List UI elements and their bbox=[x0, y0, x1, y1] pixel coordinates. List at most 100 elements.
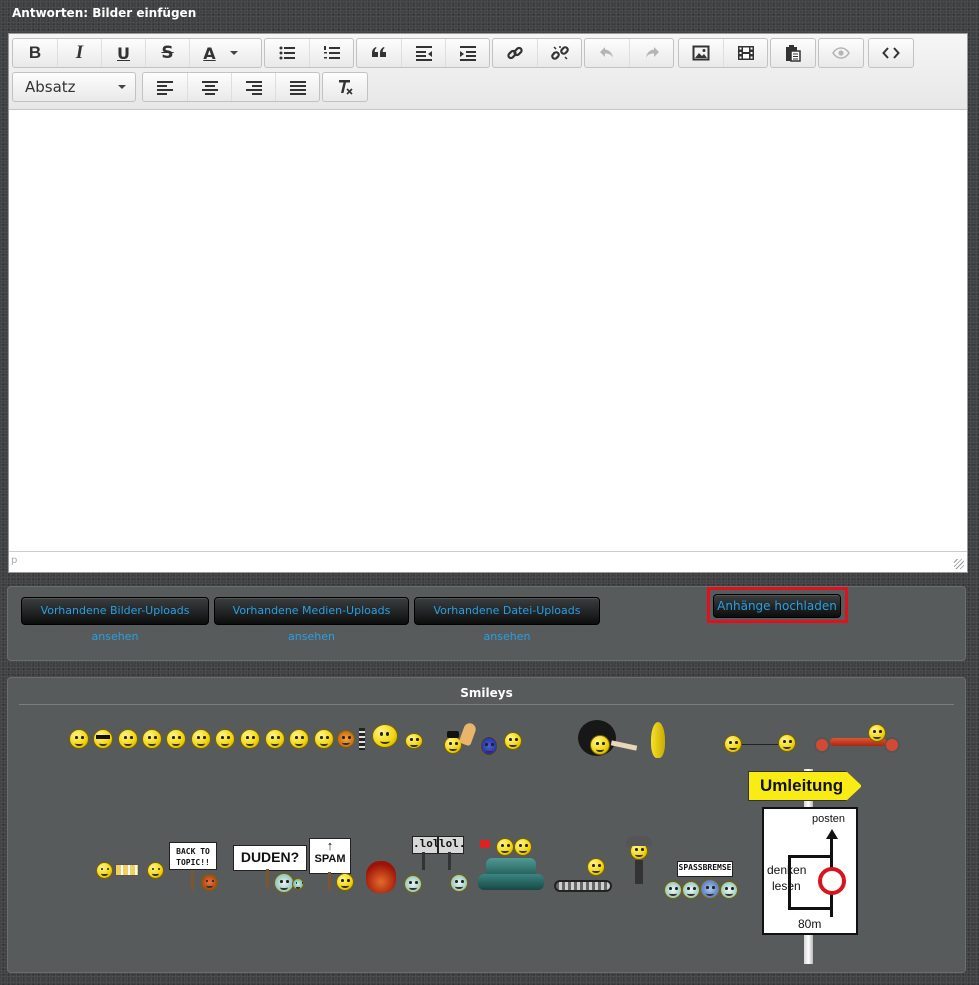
smiley-tread[interactable] bbox=[554, 858, 614, 896]
smiley-shooter[interactable] bbox=[724, 735, 742, 753]
editor-content-area[interactable] bbox=[9, 110, 967, 552]
view-file-uploads-button[interactable]: Vorhandene Datei-Uploads ansehen bbox=[414, 597, 600, 643]
view-image-uploads-button[interactable]: Vorhandene Bilder-Uploads ansehen bbox=[21, 597, 209, 643]
smiley-devil[interactable] bbox=[372, 724, 398, 748]
smiley-drunk[interactable] bbox=[405, 733, 423, 749]
view-media-uploads-button[interactable]: Vorhandene Medien-Uploads ansehen bbox=[214, 597, 409, 643]
smiley-angry[interactable] bbox=[337, 730, 355, 748]
smiley-tank[interactable] bbox=[474, 836, 548, 894]
smiley-wink[interactable] bbox=[289, 729, 309, 749]
paste-button[interactable] bbox=[771, 39, 815, 67]
smiley-tongue[interactable] bbox=[191, 729, 211, 749]
smiley-afro-face[interactable] bbox=[590, 735, 610, 755]
smiley-sad[interactable] bbox=[118, 729, 138, 749]
image-icon bbox=[692, 45, 710, 61]
blockquote-button[interactable] bbox=[357, 39, 401, 67]
lol-sign-left[interactable]: .lol bbox=[412, 836, 440, 854]
preview-button[interactable] bbox=[819, 39, 863, 67]
spam-sign[interactable]: ↑ SPAM bbox=[309, 838, 351, 874]
italic-button[interactable]: I bbox=[57, 39, 101, 67]
align-left-button[interactable] bbox=[143, 73, 187, 101]
source-code-button[interactable] bbox=[869, 39, 913, 67]
smiley-blue[interactable] bbox=[480, 736, 498, 756]
media-button[interactable] bbox=[723, 39, 767, 67]
smileys-title: Smileys bbox=[460, 686, 513, 700]
indent-button[interactable] bbox=[445, 39, 489, 67]
smiley-spassbremse-group[interactable] bbox=[664, 877, 748, 899]
paragraph-format-select[interactable]: Absatz bbox=[12, 72, 136, 102]
indent-icon bbox=[459, 46, 476, 61]
smiley-beer[interactable] bbox=[115, 864, 139, 876]
smiley-smile[interactable] bbox=[240, 729, 260, 749]
smiley-surprised[interactable] bbox=[265, 729, 285, 749]
smiley-pacman[interactable] bbox=[504, 732, 522, 750]
smiley-cool[interactable] bbox=[93, 729, 113, 749]
align-justify-icon bbox=[289, 81, 306, 95]
smiley-wire[interactable] bbox=[742, 744, 778, 745]
rich-text-editor: B I U S A Absatz p bbox=[8, 33, 968, 573]
upload-panel: Vorhandene Bilder-Uploads ansehen Vorhan… bbox=[7, 586, 966, 661]
smiley-laugh[interactable] bbox=[314, 729, 334, 749]
smiley-frown[interactable] bbox=[142, 729, 162, 749]
smiley-joint[interactable] bbox=[610, 740, 638, 751]
smiley-lol[interactable] bbox=[450, 874, 468, 892]
smiley-duden-small[interactable] bbox=[292, 878, 304, 890]
back-to-topic-sign[interactable]: BACK TO TOPIC!! bbox=[169, 842, 217, 870]
list-ul-icon bbox=[279, 46, 295, 60]
chevron-down-icon bbox=[229, 51, 238, 55]
spassbremse-sign[interactable]: SPASSBREMSE bbox=[677, 861, 733, 877]
align-left-icon bbox=[157, 81, 173, 95]
smiley-cheers-right[interactable] bbox=[147, 862, 164, 879]
smiley-hand[interactable] bbox=[458, 721, 478, 747]
smileys-panel: Smileys Umleitung posten denken lesen 80… bbox=[7, 677, 966, 973]
smiley-zombie[interactable] bbox=[404, 875, 422, 893]
quote-icon bbox=[372, 47, 386, 57]
redo-icon bbox=[645, 47, 659, 58]
clipboard-icon bbox=[786, 45, 801, 62]
underline-button[interactable]: U bbox=[101, 39, 145, 67]
clear-format-icon bbox=[339, 80, 353, 95]
smiley-duden[interactable] bbox=[274, 873, 294, 893]
smiley-banana[interactable] bbox=[651, 722, 665, 758]
smiley-spam[interactable] bbox=[336, 873, 354, 891]
smiley-neutral[interactable] bbox=[166, 729, 186, 749]
detour-sign[interactable]: Umleitung posten denken lesen 80m bbox=[748, 769, 888, 964]
page-title: Antworten: Bilder einfügen bbox=[12, 6, 197, 20]
element-path: p bbox=[11, 555, 18, 566]
image-button[interactable] bbox=[679, 39, 723, 67]
clear-format-button[interactable] bbox=[323, 73, 367, 101]
lol-sign-right[interactable]: lol. bbox=[438, 836, 466, 854]
list-ol-icon bbox=[323, 46, 340, 59]
numbered-list-button[interactable] bbox=[309, 39, 353, 67]
smiley-knight[interactable] bbox=[622, 836, 656, 894]
align-right-button[interactable] bbox=[231, 73, 275, 101]
format-select-value: Absatz bbox=[25, 78, 76, 96]
align-right-icon bbox=[245, 81, 262, 95]
smiley-burning[interactable] bbox=[366, 861, 396, 893]
unlink-button[interactable] bbox=[537, 39, 581, 67]
bold-button[interactable]: B bbox=[13, 39, 57, 67]
redo-button[interactable] bbox=[629, 39, 673, 67]
editor-statusbar: p bbox=[9, 551, 967, 572]
smiley-bar[interactable] bbox=[359, 728, 365, 750]
smiley-grin[interactable] bbox=[215, 729, 235, 749]
duden-sign[interactable]: DUDEN? bbox=[233, 845, 307, 871]
smiley-target[interactable] bbox=[778, 734, 796, 752]
smiley-motorbike[interactable] bbox=[814, 724, 902, 754]
smiley-confused[interactable] bbox=[69, 729, 89, 749]
outdent-icon bbox=[415, 46, 432, 61]
font-color-button[interactable]: A bbox=[189, 39, 251, 67]
upload-attachments-button[interactable]: Anhänge hochladen bbox=[713, 594, 841, 618]
align-center-button[interactable] bbox=[187, 73, 231, 101]
divider bbox=[19, 704, 954, 705]
strikethrough-button[interactable]: S bbox=[145, 39, 189, 67]
undo-button[interactable] bbox=[585, 39, 629, 67]
align-justify-button[interactable] bbox=[275, 73, 319, 101]
resize-handle[interactable] bbox=[954, 559, 964, 569]
bullet-list-button[interactable] bbox=[265, 39, 309, 67]
link-button[interactable] bbox=[493, 39, 537, 67]
outdent-button[interactable] bbox=[401, 39, 445, 67]
code-icon bbox=[882, 47, 900, 59]
smiley-cheers-left[interactable] bbox=[96, 862, 113, 879]
smiley-back-to-topic[interactable] bbox=[201, 874, 218, 891]
